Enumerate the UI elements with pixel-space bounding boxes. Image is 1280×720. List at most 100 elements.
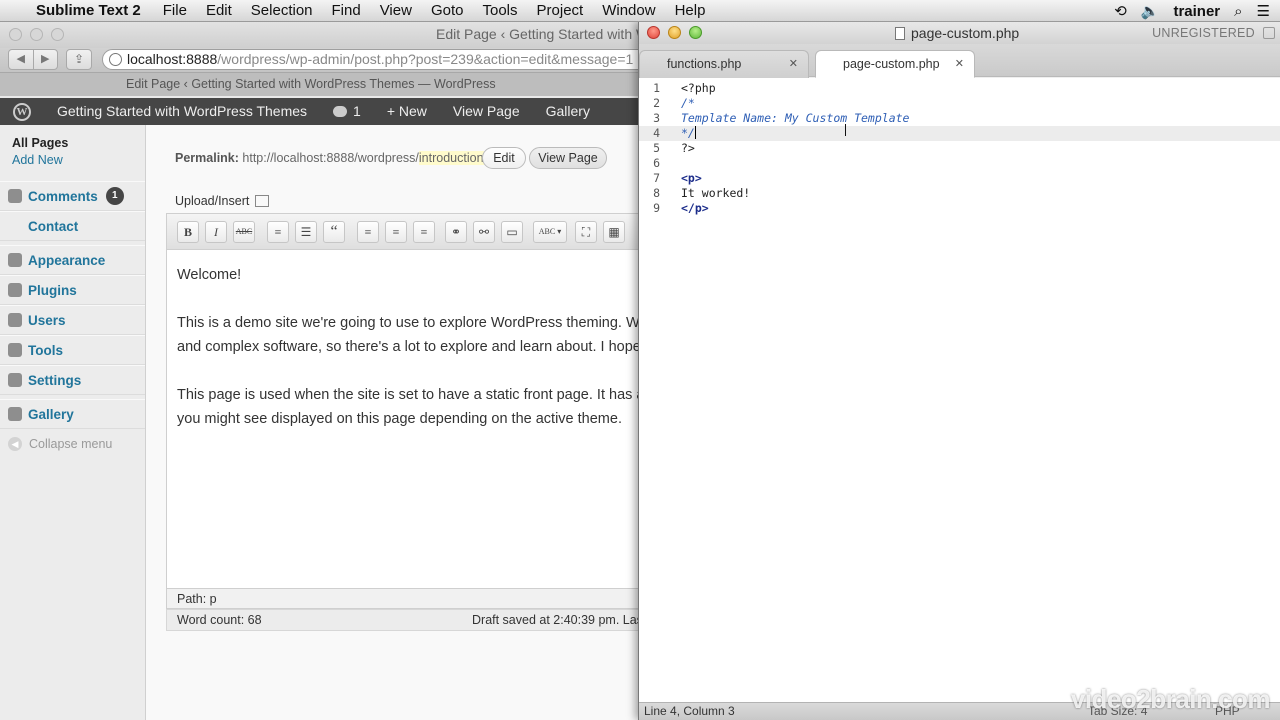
minimize-window-icon[interactable] [30, 28, 43, 41]
menu-file[interactable]: File [163, 2, 187, 19]
back-button[interactable]: ◀ [9, 50, 33, 69]
sidebar-item-gallery[interactable]: Gallery [0, 399, 145, 429]
bold-button[interactable]: B [177, 221, 199, 243]
browser-tab[interactable]: Edit Page ‹ Getting Started with WordPre… [126, 77, 496, 91]
code-line: 7 <p> [653, 171, 702, 185]
user-menu[interactable]: trainer [1173, 3, 1220, 20]
sidebar-item-settings[interactable]: Settings [0, 365, 145, 395]
tab-functions-php[interactable]: functions.php ✕ [639, 50, 809, 78]
contact-icon [8, 219, 22, 233]
code-line: 9 </p> [653, 201, 709, 215]
sidebar-item-appearance[interactable]: Appearance [0, 245, 145, 275]
zoom-window-icon[interactable] [51, 28, 64, 41]
menu-edit[interactable]: Edit [206, 2, 232, 19]
comments-icon [8, 189, 22, 203]
ibeam-cursor-icon [845, 124, 847, 136]
sidebar-item-label: Tools [28, 342, 63, 358]
zoom-window-icon[interactable] [689, 26, 702, 39]
insert-link-icon[interactable]: ⚭ [445, 221, 467, 243]
unregistered-label: UNREGISTERED [1152, 26, 1255, 40]
bullet-list-icon[interactable]: ≡ [267, 221, 289, 243]
tab-page-custom-php[interactable]: page-custom.php ✕ [815, 50, 975, 78]
sidebar-item-comments[interactable]: Comments 1 [0, 181, 145, 211]
app-menu[interactable]: Sublime Text 2 [36, 2, 141, 19]
sidebar-item-contact[interactable]: Contact [0, 211, 145, 241]
wp-admin-sidebar: All Pages Add New Comments 1 Contact App… [0, 125, 146, 720]
sidebar-item-label: Gallery [28, 406, 74, 422]
menu-selection[interactable]: Selection [251, 2, 313, 19]
adminbar-comments[interactable]: 1 [320, 98, 374, 125]
notification-list-icon[interactable]: ☰ [1257, 2, 1270, 20]
numbered-list-icon[interactable]: ☰ [295, 221, 317, 243]
gallery-icon [8, 407, 22, 421]
permalink-url[interactable]: http://localhost:8888/wordpress/introduc… [242, 151, 487, 165]
sidebar-item-label: Users [28, 312, 66, 328]
volume-icon[interactable]: 🔈 [1141, 2, 1160, 20]
editor-content[interactable]: Welcome! This is a demo site we're going… [166, 249, 640, 589]
comment-bubble-icon [333, 106, 348, 117]
upload-insert[interactable]: Upload/Insert [175, 194, 270, 208]
menu-help[interactable]: Help [675, 2, 706, 19]
adminbar-new[interactable]: + New [374, 98, 440, 125]
url-host: localhost:8888 [127, 51, 218, 67]
adminbar-view-page[interactable]: View Page [440, 98, 533, 125]
forward-button[interactable]: ▶ [32, 50, 58, 69]
adminbar-comments-count: 1 [353, 103, 361, 119]
code-editor[interactable]: 1 <?php 2/* 3 Template Name: My Custom Tem… [639, 78, 1280, 702]
time-machine-icon[interactable]: ⟲ [1114, 2, 1127, 20]
strikethrough-button[interactable]: ABC [233, 221, 255, 243]
spotlight-search-icon[interactable]: ⌕ [1234, 3, 1242, 20]
sidebar-item-all-pages[interactable]: All Pages [0, 125, 145, 153]
align-center-icon[interactable]: ≡ [385, 221, 407, 243]
close-tab-icon[interactable]: ✕ [955, 51, 964, 77]
italic-button[interactable]: I [205, 221, 227, 243]
document-icon [895, 27, 905, 40]
editor-status-bar: Word count: 68 Draft saved at 2:40:39 pm… [166, 609, 640, 631]
adminbar-gallery[interactable]: Gallery [533, 98, 603, 125]
permalink-slug: introduction [418, 151, 484, 165]
blockquote-button[interactable]: “ [323, 221, 345, 243]
address-bar[interactable]: localhost:8888/wordpress/wp-admin/post.p… [102, 49, 640, 70]
unlink-icon[interactable]: ⚯ [473, 221, 495, 243]
collapse-menu-button[interactable]: ◀ Collapse menu [0, 429, 145, 459]
sidebar-item-users[interactable]: Users [0, 305, 145, 335]
fullscreen-icon[interactable]: ⛶ [575, 221, 597, 243]
menu-goto[interactable]: Goto [431, 2, 464, 19]
permalink-edit-button[interactable]: Edit [482, 147, 526, 169]
menu-tools[interactable]: Tools [482, 2, 517, 19]
menu-view[interactable]: View [380, 2, 412, 19]
sidebar-item-add-new[interactable]: Add New [0, 153, 145, 181]
minimize-window-icon[interactable] [668, 26, 681, 39]
insert-more-icon[interactable]: ▭ [501, 221, 523, 243]
sublime-titlebar: page-custom.php UNREGISTERED [639, 22, 1280, 44]
view-page-button[interactable]: View Page [529, 147, 607, 169]
align-right-icon[interactable]: ≡ [413, 221, 435, 243]
add-media-icon[interactable] [255, 195, 270, 207]
draft-saved-status: Draft saved at 2:40:39 pm. Last [472, 613, 640, 627]
tools-icon [8, 343, 22, 357]
tab-label: page-custom.php [843, 57, 940, 71]
spellcheck-button[interactable]: ABC ▾ [533, 221, 567, 243]
permalink-row: Permalink: http://localhost:8888/wordpre… [175, 151, 487, 165]
kitchen-sink-icon[interactable]: ▦ [603, 221, 625, 243]
wordpress-logo-icon[interactable]: W [0, 98, 44, 125]
close-window-icon[interactable] [9, 28, 22, 41]
sidebar-item-plugins[interactable]: Plugins [0, 275, 145, 305]
menu-window[interactable]: Window [602, 2, 655, 19]
word-count: Word count: 68 [177, 613, 262, 627]
menu-find[interactable]: Find [332, 2, 361, 19]
fullscreen-toggle-icon[interactable] [1263, 27, 1275, 39]
close-tab-icon[interactable]: ✕ [789, 51, 798, 77]
close-window-icon[interactable] [647, 26, 660, 39]
code-line: 1 <?php [653, 81, 716, 95]
mac-menu-bar: Sublime Text 2 File Edit Selection Find … [0, 0, 1280, 22]
code-line: 6 [653, 156, 660, 170]
adminbar-site-name[interactable]: Getting Started with WordPress Themes [44, 98, 320, 125]
sidebar-item-tools[interactable]: Tools [0, 335, 145, 365]
share-button[interactable]: ⇪ [66, 49, 92, 70]
align-left-icon[interactable]: ≡ [357, 221, 379, 243]
menu-project[interactable]: Project [537, 2, 584, 19]
sublime-window-title: page-custom.php [895, 25, 1019, 41]
tab-label: functions.php [667, 57, 742, 71]
code-line: 3 Template Name: My Custom Template [653, 111, 910, 125]
